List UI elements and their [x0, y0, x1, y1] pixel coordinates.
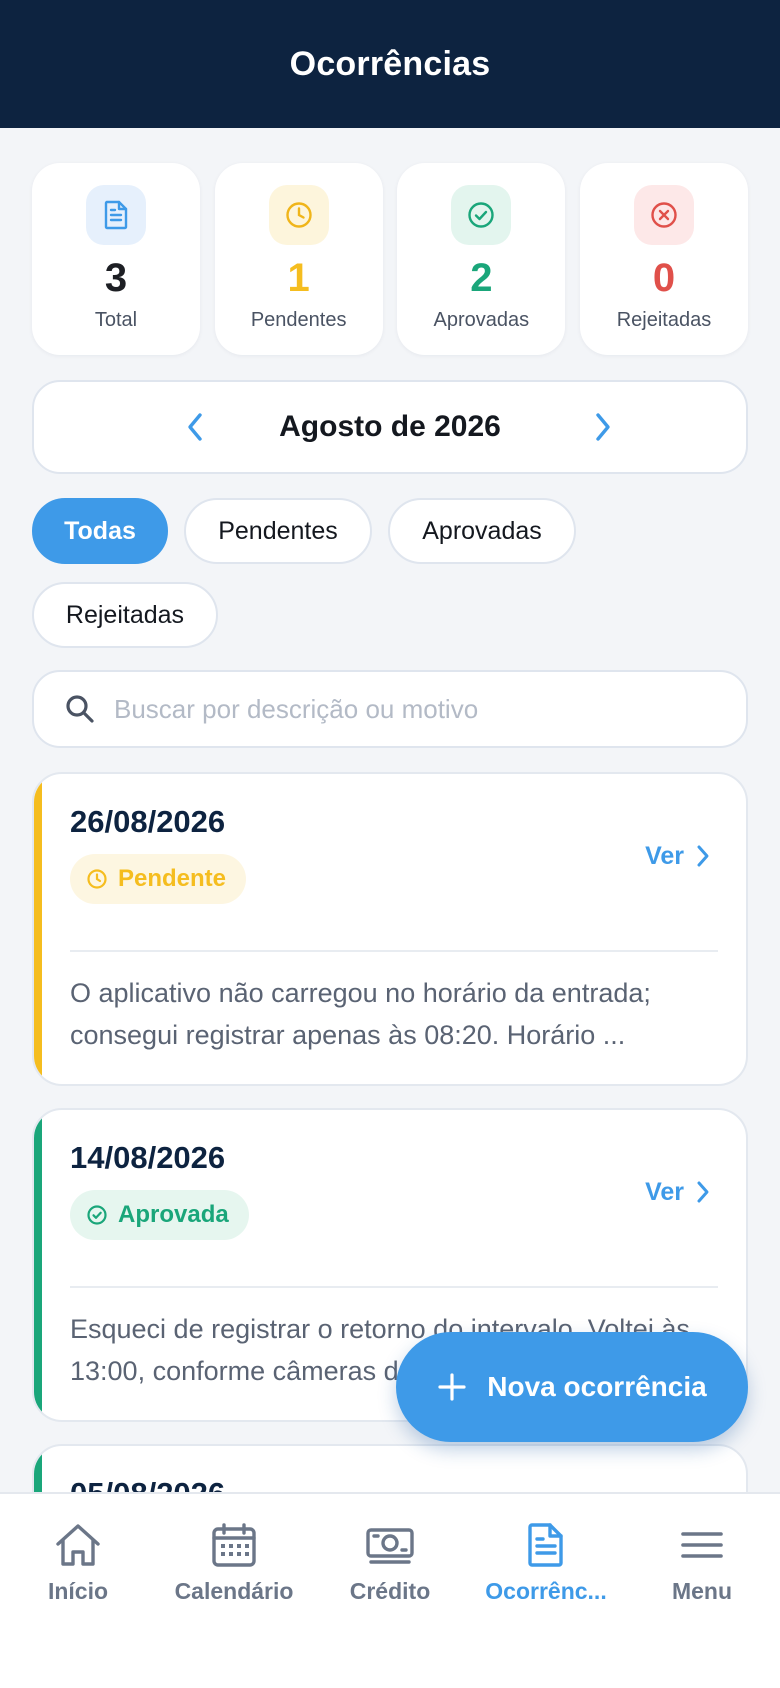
home-icon: [56, 1524, 100, 1566]
occurrence-date: 26/08/2026: [70, 804, 226, 839]
stat-card-rejeitadas[interactable]: 0 Rejeitadas: [579, 163, 748, 355]
card-divider: [70, 950, 718, 952]
status-accent-bar: [34, 1446, 42, 1492]
stat-value-pendentes: 1: [287, 256, 310, 300]
chevron-left-icon: [188, 413, 202, 441]
stat-icon-bg: [451, 185, 512, 245]
stat-value-aprovadas: 2: [470, 256, 493, 300]
stat-icon-bg: [268, 185, 329, 245]
status-badge-label: Pendente: [118, 865, 227, 892]
status-accent-bar: [34, 1110, 42, 1420]
chevron-right-icon: [697, 845, 709, 867]
stat-card-aprovadas[interactable]: 2 Aprovadas: [397, 163, 566, 355]
nav-item-calendario[interactable]: Calendário: [156, 1522, 312, 1605]
status-accent-bar: [34, 774, 42, 1084]
card-divider: [70, 1286, 718, 1288]
plus-icon: [438, 1373, 466, 1401]
occurrence-date: 14/08/2026: [70, 1140, 226, 1175]
new-occurrence-button[interactable]: Nova ocorrência: [396, 1332, 748, 1442]
view-button[interactable]: Ver: [645, 1172, 710, 1212]
clock-icon: [87, 869, 107, 889]
stat-value-total: 3: [104, 256, 128, 300]
stat-label-aprovadas: Aprovadas: [433, 309, 530, 331]
occurrence-description: O aplicativo não carregou no horário da …: [70, 978, 651, 1050]
bottom-navigation: Início Calendário Crédito Ocorrênc... Me…: [0, 1492, 780, 1688]
occurrence-card[interactable]: 26/08/2026 Pendente Ver O aplicativo não…: [32, 772, 748, 1086]
status-badge: Pendente: [70, 854, 247, 904]
check-circle-icon: [87, 1205, 107, 1225]
status-badge-label: Aprovada: [118, 1201, 229, 1228]
stat-label-rejeitadas: Rejeitadas: [616, 309, 712, 331]
nav-item-menu[interactable]: Menu: [624, 1522, 780, 1605]
occurrence-date: 05/08/2026: [70, 1476, 225, 1492]
nav-item-credito[interactable]: Crédito: [312, 1522, 468, 1605]
previous-month-button[interactable]: [172, 404, 218, 450]
filter-chip-rejeitadas[interactable]: Rejeitadas: [32, 582, 218, 648]
month-navigator: Agosto de 2026: [32, 380, 748, 474]
view-button-label: Ver: [645, 1177, 684, 1206]
new-occurrence-label: Nova ocorrência: [487, 1371, 707, 1402]
stat-label-pendentes: Pendentes: [250, 309, 347, 331]
month-label: Agosto de 2026: [279, 410, 501, 443]
x-circle-icon: [651, 202, 677, 228]
clock-icon: [285, 202, 312, 228]
stat-label-total: Total: [94, 309, 138, 331]
nav-item-ocorrencias[interactable]: Ocorrênc...: [468, 1522, 624, 1605]
nav-item-inicio[interactable]: Início: [0, 1522, 156, 1605]
stat-card-pendentes[interactable]: 1 Pendentes: [214, 163, 383, 355]
stat-card-total[interactable]: 3 Total: [32, 163, 200, 355]
filter-chip-todas[interactable]: Todas: [32, 498, 168, 564]
search-box: [32, 670, 748, 748]
status-badge: Aprovada: [70, 1190, 249, 1240]
document-icon: [104, 200, 128, 230]
chevron-right-icon: [697, 1181, 709, 1203]
nav-label: Menu: [671, 1578, 733, 1604]
stats-summary: 3 Total 1 Pendentes 2 Aprovadas 0 Rejeit…: [32, 163, 748, 355]
menu-icon: [681, 1532, 723, 1558]
filter-chip-aprovadas[interactable]: Aprovadas: [388, 498, 576, 564]
chevron-right-icon: [596, 413, 610, 441]
stat-value-rejeitadas: 0: [652, 256, 676, 300]
document-icon: [528, 1523, 563, 1567]
search-icon: [60, 689, 100, 729]
stat-icon-bg: [633, 185, 694, 245]
check-circle-icon: [468, 202, 495, 228]
page-title: Ocorrências: [289, 44, 491, 83]
nav-label: Calendário: [174, 1578, 294, 1604]
app-header: Ocorrências: [0, 0, 780, 128]
filter-chip-pendentes[interactable]: Pendentes: [184, 498, 372, 564]
occurrence-card[interactable]: 05/08/2026: [32, 1444, 748, 1492]
view-button-label: Ver: [645, 841, 684, 870]
next-month-button[interactable]: [580, 404, 626, 450]
nav-label: Início: [47, 1578, 109, 1604]
calendar-icon: [212, 1523, 256, 1567]
nav-label: Crédito: [349, 1578, 431, 1604]
money-icon: [366, 1528, 414, 1564]
view-button[interactable]: Ver: [645, 836, 710, 876]
nav-label: Ocorrênc...: [485, 1578, 607, 1604]
stat-icon-bg: [86, 185, 146, 245]
search-input[interactable]: [114, 693, 714, 725]
